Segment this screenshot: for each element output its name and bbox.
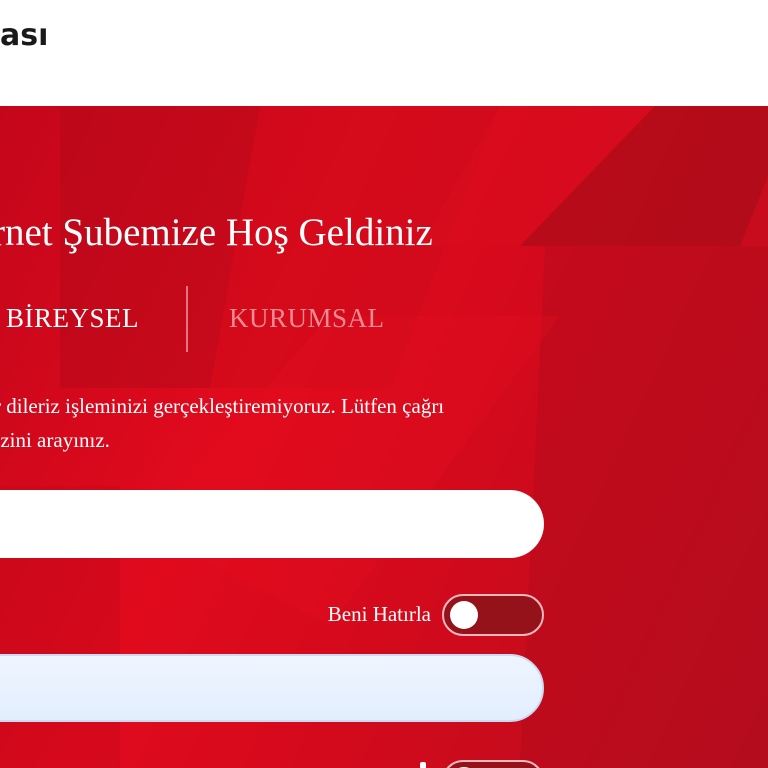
error-message: r dileriz işleminizi gerçekleştiremiyoru…: [0, 389, 540, 457]
tab-kurumsal[interactable]: KURUMSAL: [229, 303, 385, 334]
remember-me-label: Beni Hatırla: [327, 602, 431, 626]
customer-number-input[interactable]: [0, 490, 544, 558]
tab-bireysel[interactable]: BİREYSEL: [6, 303, 139, 334]
toggle-knob: [450, 601, 478, 629]
remember-me-toggle[interactable]: [442, 594, 544, 636]
error-message-line-1: r dileriz işleminizi gerçekleştiremiyoru…: [0, 394, 445, 418]
bank-logo[interactable]: ası: [0, 16, 48, 56]
partial-icon: [420, 762, 426, 768]
secondary-toggle[interactable]: [442, 760, 544, 768]
remember-me-row: Beni Hatırla: [300, 594, 544, 638]
password-input[interactable]: [0, 654, 544, 722]
secondary-option-row: [260, 756, 544, 768]
welcome-title: rnet Şubemize Hoş Geldiniz: [0, 211, 433, 254]
login-page: ası rnet Şubemize Hoş Geldiniz BİREYSEL …: [0, 0, 768, 768]
tab-divider: [186, 286, 188, 352]
login-hero: rnet Şubemize Hoş Geldiniz BİREYSEL KURU…: [0, 106, 768, 768]
error-message-line-2: ezini arayınız.: [0, 428, 110, 452]
header: ası: [0, 0, 768, 106]
login-type-tabs: BİREYSEL KURUMSAL: [0, 286, 520, 352]
